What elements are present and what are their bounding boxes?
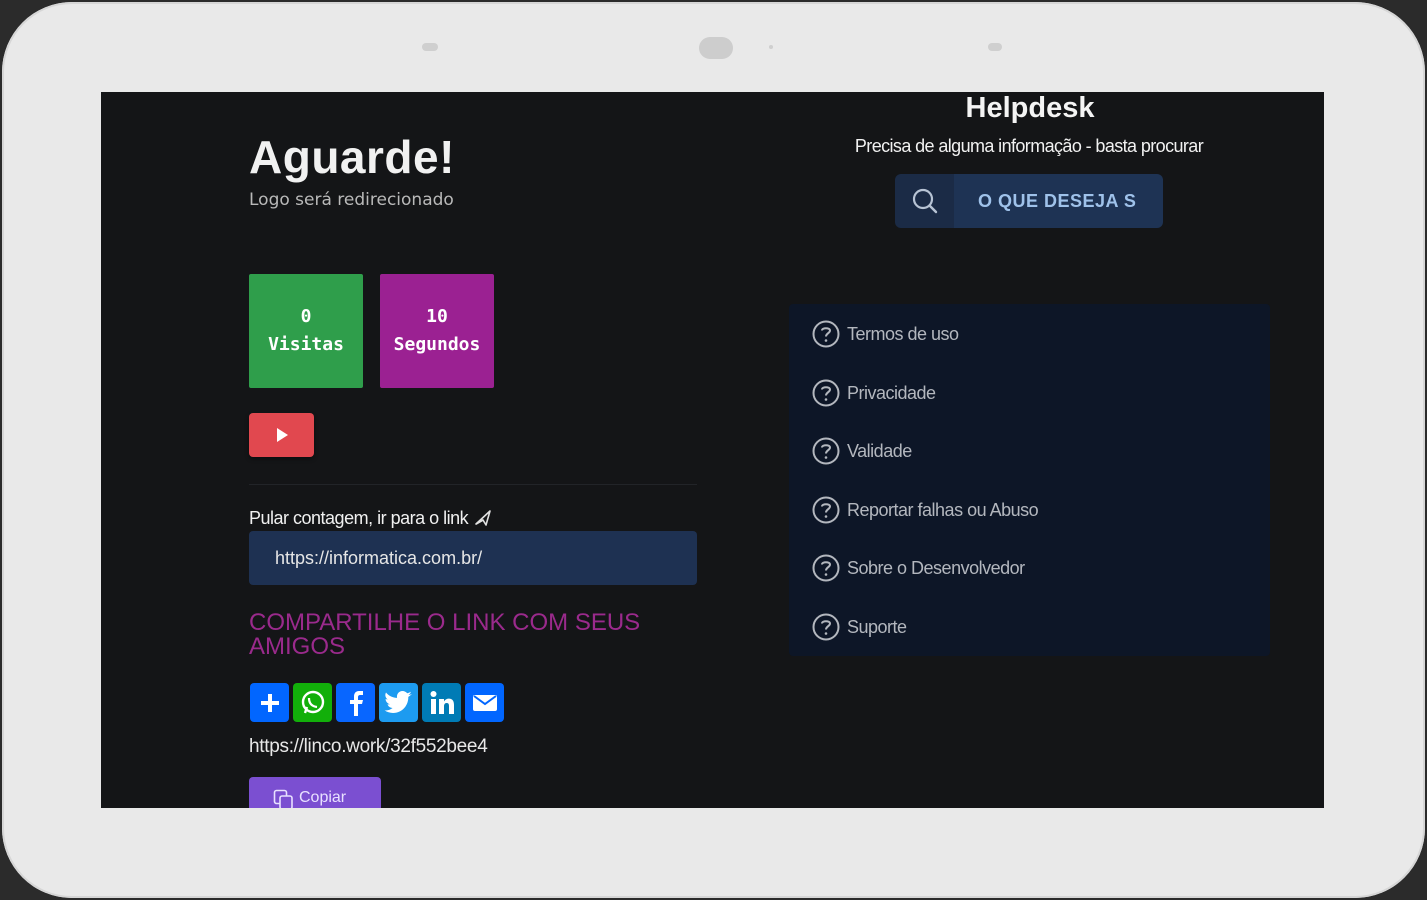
play-icon [276, 428, 288, 442]
plus-icon [260, 693, 279, 712]
short-link: https://linco.work/32f552bee4 [249, 736, 488, 757]
search-icon [912, 188, 937, 214]
helpdesk-menu: Termos de uso Privacidade Validade Repor… [789, 304, 1270, 656]
sensor-dot [769, 45, 773, 49]
menu-item-validade[interactable]: Validade [811, 436, 912, 466]
help-circle-icon [812, 613, 840, 641]
seconds-count: 10 [426, 306, 448, 327]
menu-item-desenvolvedor[interactable]: Sobre o Desenvolvedor [811, 553, 1025, 583]
share-linkedin-button[interactable] [422, 683, 461, 722]
twitter-icon [384, 690, 412, 713]
helpdesk-title: Helpdesk [965, 92, 1095, 124]
seconds-stat: 10 Segundos [380, 274, 494, 388]
menu-item-label: Validade [847, 440, 912, 461]
menu-item-termos[interactable]: Termos de uso [811, 319, 959, 349]
menu-item-label: Privacidade [847, 382, 936, 403]
help-circle-icon [812, 379, 840, 407]
video-button[interactable] [249, 413, 314, 457]
divider [249, 484, 697, 485]
help-circle-icon [812, 437, 840, 465]
screen: Aguarde! Logo será redirecionado 0 Visit… [101, 92, 1324, 808]
share-twitter-button[interactable] [379, 683, 418, 722]
copy-icon [273, 789, 293, 808]
copy-label: Copiar [299, 789, 347, 806]
help-circle-icon [812, 554, 840, 582]
speaker-right [988, 43, 1002, 51]
helpdesk-search: O QUE DESEJA S [895, 174, 1163, 228]
whatsapp-icon [301, 690, 324, 713]
skip-url-field[interactable]: https://informatica.com.br/ [249, 531, 697, 585]
helpdesk-subtitle: Precisa de alguma informação - basta pro… [854, 136, 1204, 156]
skip-label-text: Pular contagem, ir para o link [249, 508, 469, 528]
linkedin-icon [430, 690, 454, 714]
camera-icon [699, 37, 733, 59]
share-email-button[interactable] [465, 683, 504, 722]
menu-item-reportar[interactable]: Reportar falhas ou Abuso [811, 495, 1039, 525]
menu-item-label: Termos de uso [847, 323, 959, 344]
share-addtoany-button[interactable] [250, 683, 289, 722]
help-circle-icon [812, 320, 840, 348]
menu-item-suporte[interactable]: Suporte [811, 612, 907, 642]
visits-label: Visitas [268, 334, 344, 355]
menu-item-label: Sobre o Desenvolvedor [847, 557, 1025, 578]
menu-item-privacidade[interactable]: Privacidade [811, 378, 936, 408]
search-button[interactable] [895, 174, 954, 228]
skip-label: Pular contagem, ir para o link [249, 508, 493, 529]
email-icon [472, 694, 497, 711]
share-buttons [250, 683, 504, 722]
share-whatsapp-button[interactable] [293, 683, 332, 722]
copy-button[interactable]: Copiar [249, 777, 381, 808]
visits-stat: 0 Visitas [249, 274, 363, 388]
search-input[interactable]: O QUE DESEJA S [954, 174, 1163, 228]
facebook-icon [349, 690, 363, 716]
page-title: Aguarde! [249, 131, 455, 183]
rocket-icon [474, 510, 491, 526]
share-facebook-button[interactable] [336, 683, 375, 722]
visits-count: 0 [300, 306, 312, 327]
page-subtitle: Logo será redirecionado [249, 190, 454, 210]
seconds-label: Segundos [393, 334, 481, 355]
menu-item-label: Suporte [847, 616, 907, 637]
speaker-left [422, 43, 438, 51]
menu-item-label: Reportar falhas ou Abuso [847, 499, 1039, 520]
help-circle-icon [812, 496, 840, 524]
share-title: COMPARTILHE O LINK COM SEUS AMIGOS [249, 609, 641, 660]
